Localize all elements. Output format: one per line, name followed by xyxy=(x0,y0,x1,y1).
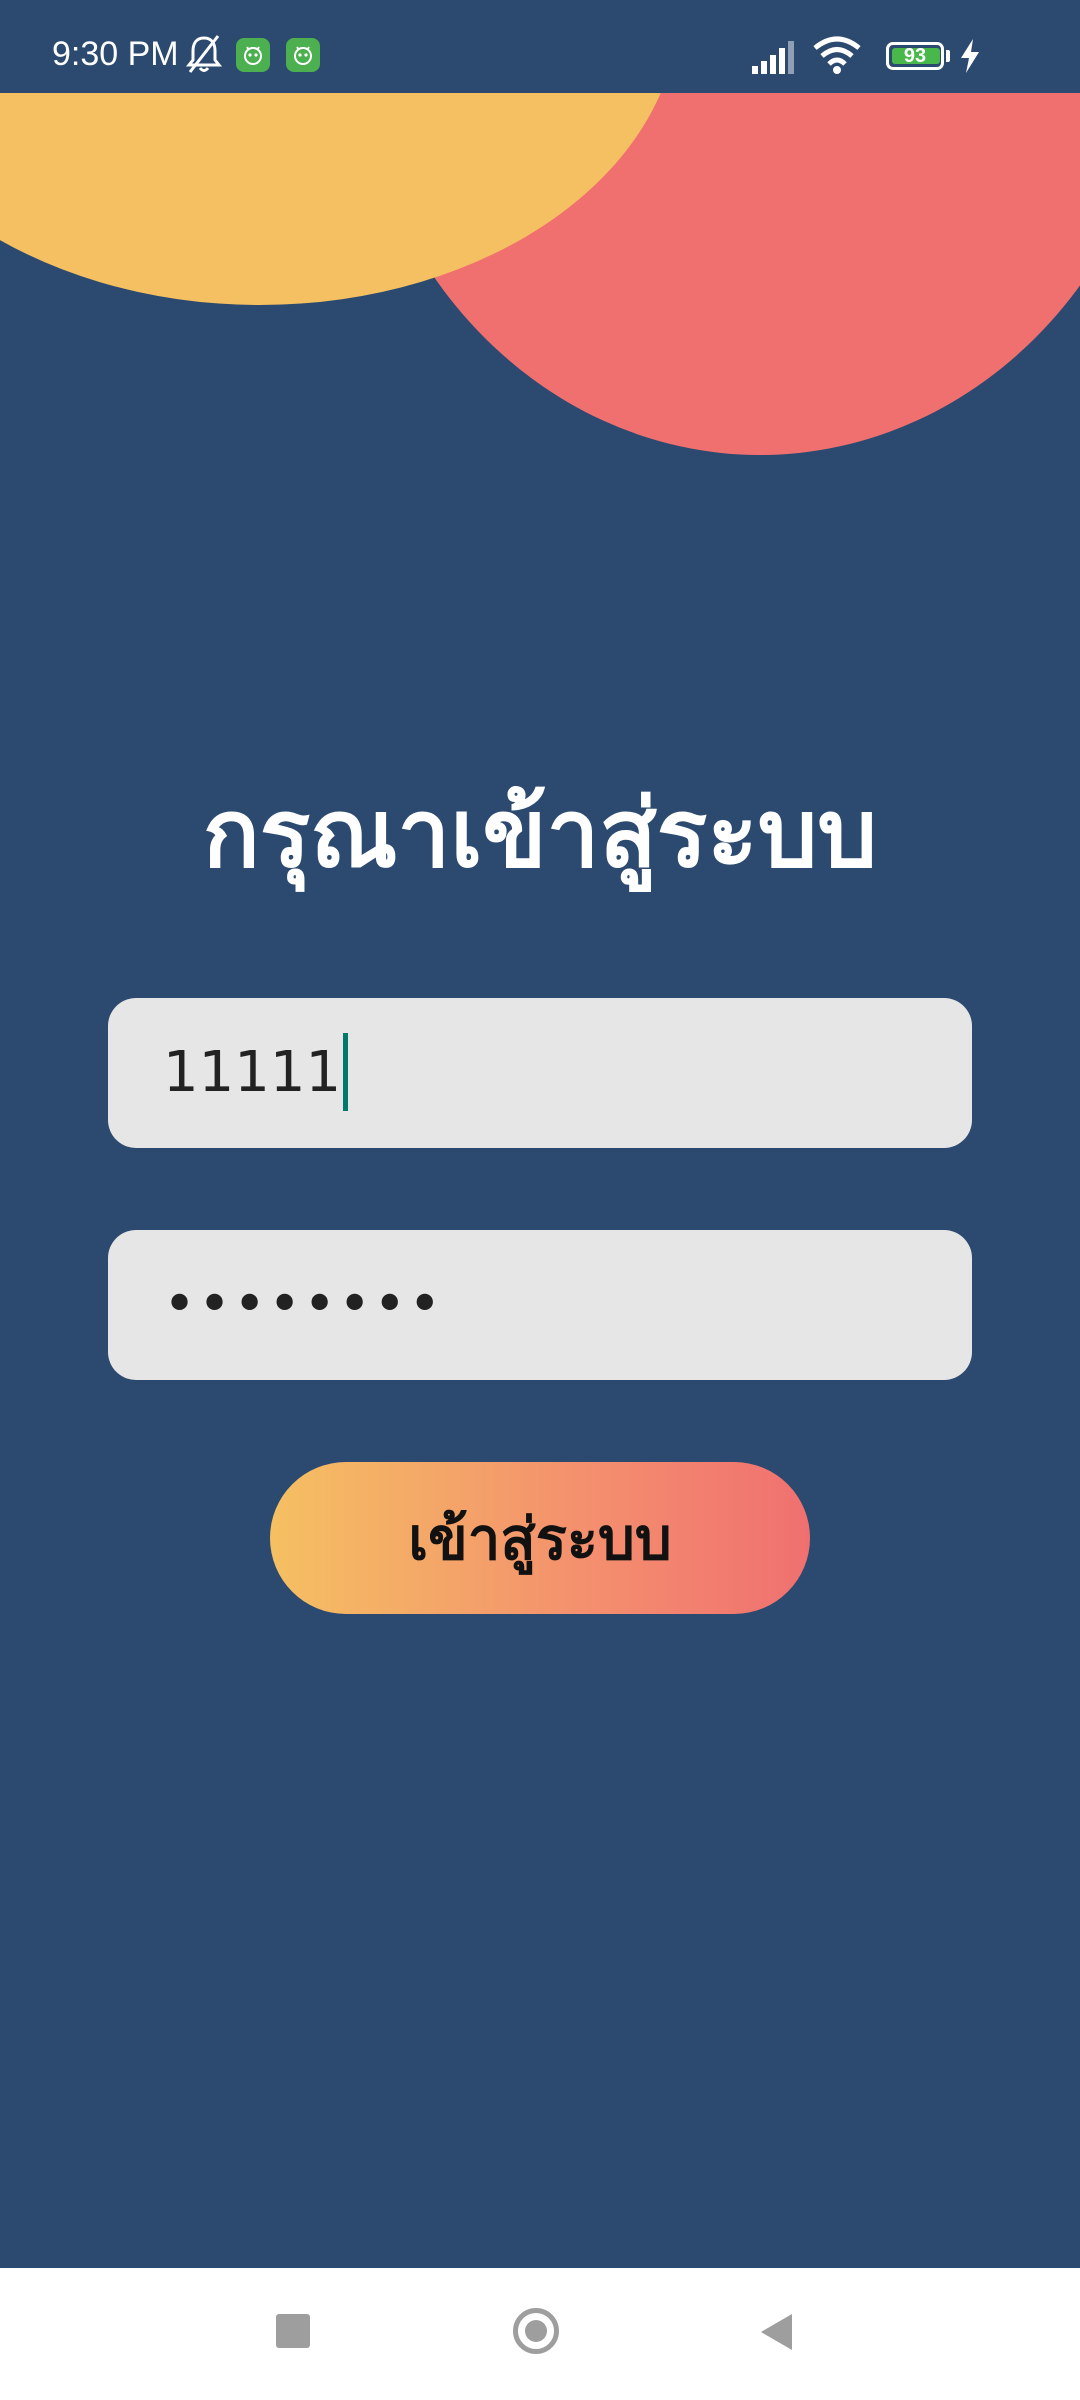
password-input[interactable]: •••••••• xyxy=(163,1230,923,1380)
status-time: 9:30 PM xyxy=(52,35,179,73)
home-icon[interactable] xyxy=(513,2308,559,2354)
wifi-icon xyxy=(813,36,861,74)
back-icon[interactable] xyxy=(758,2312,794,2352)
text-cursor xyxy=(343,1032,349,1111)
bell-muted-icon xyxy=(186,35,222,73)
username-input[interactable]: 11111 xyxy=(163,998,923,1148)
signal-icon xyxy=(752,41,794,74)
login-button[interactable]: เข้าสู่ระบบ xyxy=(270,1462,810,1614)
status-bar: 9:30 PM 93 xyxy=(0,0,1080,93)
battery-level: 93 xyxy=(903,45,927,67)
navigation-bar xyxy=(0,2268,1080,2400)
username-field[interactable]: 11111 xyxy=(108,998,972,1148)
app-notification-icon xyxy=(286,38,320,72)
charging-icon xyxy=(961,39,979,73)
login-form: กรุณาเข้าสู่ระบบ 11111 •••••••• เข้าสู่ร… xyxy=(0,0,1080,2400)
password-field[interactable]: •••••••• xyxy=(108,1230,972,1380)
login-button-label: เข้าสู่ระบบ xyxy=(408,1504,672,1573)
app-notification-icon xyxy=(236,38,270,72)
status-icons: 93 xyxy=(750,30,1080,80)
recent-apps-icon[interactable] xyxy=(276,2314,310,2348)
username-value: 11111 xyxy=(163,1040,342,1105)
page-title: กรุณาเข้าสู่ระบบ xyxy=(202,780,878,889)
